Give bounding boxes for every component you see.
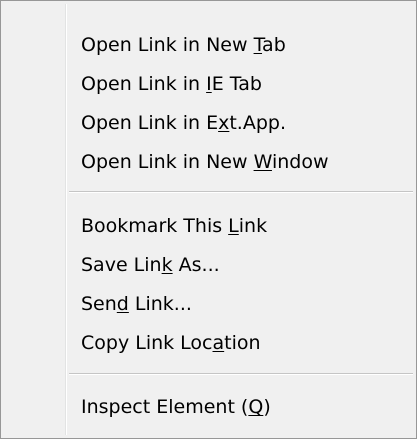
menu-item-label: Copy Link Location (81, 332, 261, 354)
menu-item-label: Save Link As... (81, 254, 220, 276)
menu-item-save-link-as[interactable]: Save Link As... (4, 246, 413, 284)
context-menu: Open Link in New Tab Open Link in IE Tab… (0, 0, 417, 439)
menu-item-label: Inspect Element (Q) (81, 396, 271, 418)
menu-separator (69, 373, 413, 375)
menu-item-open-ie-tab[interactable]: Open Link in IE Tab (4, 65, 413, 103)
menu-item-open-new-window[interactable]: Open Link in New Window (4, 143, 413, 181)
menu-item-inspect-element[interactable]: Inspect Element (Q) (4, 388, 413, 426)
menu-separator (69, 191, 413, 193)
menu-item-open-new-tab[interactable]: Open Link in New Tab (4, 26, 413, 64)
menu-item-label: Open Link in New Window (81, 151, 329, 173)
menu-item-copy-link-location[interactable]: Copy Link Location (4, 324, 413, 362)
menu-item-label: Open Link in IE Tab (81, 73, 262, 95)
menu-item-open-ext-app[interactable]: Open Link in Ext.App. (4, 104, 413, 142)
menu-item-send-link[interactable]: Send Link... (4, 285, 413, 323)
menu-item-label: Open Link in New Tab (81, 34, 286, 56)
menu-item-bookmark-link[interactable]: Bookmark This Link (4, 207, 413, 245)
menu-item-label: Open Link in Ext.App. (81, 112, 287, 134)
menu-item-label: Bookmark This Link (81, 215, 268, 237)
menu-item-label: Send Link... (81, 293, 192, 315)
